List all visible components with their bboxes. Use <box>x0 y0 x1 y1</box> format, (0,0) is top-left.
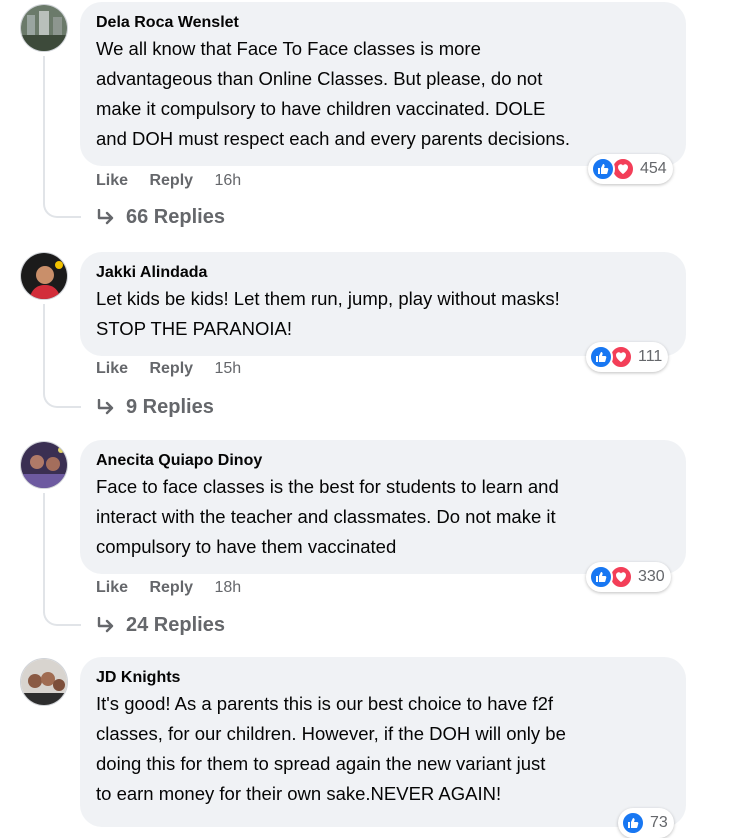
comment-line: interact with the teacher and classmates… <box>96 506 556 527</box>
comment-line: Face to face classes is the best for stu… <box>96 476 559 497</box>
reply-button[interactable]: Reply <box>149 360 193 377</box>
like-button[interactable]: Like <box>96 579 128 596</box>
thread-connector <box>43 390 81 408</box>
comment-author[interactable]: JD Knights <box>96 667 670 689</box>
comment-line: classes, for our children. However, if t… <box>96 723 566 744</box>
comment-timestamp[interactable]: 18h <box>215 579 242 596</box>
like-reaction-icon <box>589 345 613 369</box>
view-replies-button[interactable]: 66 Replies <box>96 206 225 229</box>
avatar[interactable] <box>20 252 68 300</box>
comment-author[interactable]: Dela Roca Wenslet <box>96 12 670 34</box>
comment-line: We all know that Face To Face classes is… <box>96 38 481 59</box>
like-reaction-icon <box>621 811 645 835</box>
like-reaction-icon <box>591 157 615 181</box>
comment-author[interactable]: Jakki Alindada <box>96 262 670 284</box>
replies-label: 66 Replies <box>126 206 225 228</box>
reaction-count: 454 <box>640 160 667 177</box>
comment-actions: Like Reply 15h <box>96 360 258 378</box>
replies-label: 24 Replies <box>126 614 225 636</box>
reaction-count: 73 <box>650 814 668 831</box>
comment-timestamp[interactable]: 15h <box>215 360 242 377</box>
comment-line: to earn money for their own sake.NEVER A… <box>96 783 502 804</box>
comment-text: It's good! As a parents this is our best… <box>96 689 670 809</box>
view-replies-button[interactable]: 9 Replies <box>96 396 214 419</box>
comment-line: compulsory to have them vaccinated <box>96 536 397 557</box>
comment-text: Face to face classes is the best for stu… <box>96 472 670 562</box>
like-button[interactable]: Like <box>96 172 128 189</box>
comment-bubble: Jakki Alindada Let kids be kids! Let the… <box>80 252 686 356</box>
comment-line: Let kids be kids! Let them run, jump, pl… <box>96 288 560 309</box>
reaction-count: 111 <box>638 348 663 365</box>
thread-line <box>43 304 45 394</box>
replies-label: 9 Replies <box>126 396 214 418</box>
reply-button[interactable]: Reply <box>149 172 193 189</box>
comment-line: and DOH must respect each and every pare… <box>96 128 571 149</box>
comment-text: We all know that Face To Face classes is… <box>96 34 670 154</box>
thread-line <box>43 56 45 204</box>
comment-bubble: JD Knights It's good! As a parents this … <box>80 657 686 827</box>
reaction-summary[interactable]: 73 <box>618 808 674 838</box>
reply-arrow-icon <box>97 208 114 224</box>
avatar[interactable] <box>20 658 68 706</box>
reaction-summary[interactable]: 454 <box>588 154 673 184</box>
reaction-summary[interactable]: 111 <box>586 342 669 372</box>
comment-line: doing this for them to spread again the … <box>96 753 546 774</box>
comment-timestamp[interactable]: 16h <box>215 172 242 189</box>
thread-connector <box>43 200 81 218</box>
view-replies-button[interactable]: 24 Replies <box>96 614 225 637</box>
thread-connector <box>43 608 81 626</box>
reaction-summary[interactable]: 330 <box>586 562 671 592</box>
comment-text: Let kids be kids! Let them run, jump, pl… <box>96 284 670 344</box>
comment-bubble: Anecita Quiapo Dinoy Face to face classe… <box>80 440 686 574</box>
reaction-count: 330 <box>638 568 665 585</box>
comment-actions: Like Reply 18h <box>96 579 258 597</box>
avatar[interactable] <box>20 4 68 52</box>
reply-arrow-icon <box>97 398 114 414</box>
comment-author[interactable]: Anecita Quiapo Dinoy <box>96 450 670 472</box>
comment-actions: Like Reply 16h <box>96 172 258 190</box>
comment-line: STOP THE PARANOIA! <box>96 318 293 339</box>
like-reaction-icon <box>589 565 613 589</box>
comment-bubble: Dela Roca Wenslet We all know that Face … <box>80 2 686 166</box>
avatar[interactable] <box>20 441 68 489</box>
thread-line <box>43 493 45 613</box>
reply-arrow-icon <box>97 616 114 632</box>
like-button[interactable]: Like <box>96 360 128 377</box>
comment-line: advantageous than Online Classes. But pl… <box>96 68 543 89</box>
comment-line: It's good! As a parents this is our best… <box>96 693 554 714</box>
comment-line: make it compulsory to have children vacc… <box>96 98 546 119</box>
reply-button[interactable]: Reply <box>149 579 193 596</box>
